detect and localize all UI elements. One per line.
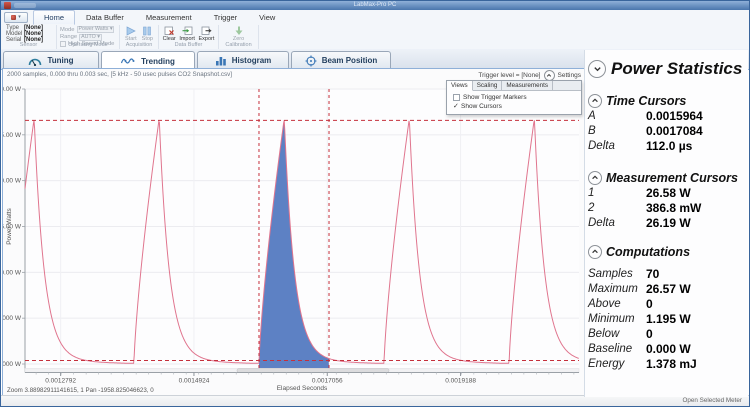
section-title-measurement-cursors: Measurement Cursors xyxy=(606,171,738,185)
stat-row: B0.0017084 xyxy=(588,123,748,138)
histogram-icon xyxy=(215,56,227,66)
application-menu-icon xyxy=(11,15,16,20)
stat-row: Delta26.19 W xyxy=(588,215,748,230)
window-title: LabMax-Pro PC xyxy=(1,2,749,9)
collapse-time-cursors-button[interactable] xyxy=(588,94,602,108)
chevron-up-icon xyxy=(591,97,599,104)
y-tick-label: 25.00 W xyxy=(3,132,22,139)
trend-chart-area[interactable]: 2000 samples, 0.000 thru 0.003 sec, [5 k… xyxy=(3,69,584,397)
crosshair-icon xyxy=(305,55,317,67)
chart-settings-popup: Views Scaling Measurements Show Trigger … xyxy=(446,80,582,115)
title-bar: LabMax-Pro PC xyxy=(1,1,749,10)
popup-tab-scaling[interactable]: Scaling xyxy=(473,81,503,90)
popup-tab-views[interactable]: Views xyxy=(447,81,473,91)
export-icon xyxy=(201,26,212,36)
stat-row: Maximum26.57 W xyxy=(588,281,748,296)
gauge-icon xyxy=(28,56,42,66)
chevron-down-icon: ▾ xyxy=(18,15,21,20)
group-caption-calibration: Calibration xyxy=(219,43,258,49)
tab-histogram[interactable]: Histogram xyxy=(197,51,289,69)
app-window: LabMax-Pro PC ▾ Home Data Buffer Measure… xyxy=(0,0,750,407)
ribbon-group-acquisition: Start Stop Acquisition xyxy=(120,25,159,49)
stat-row: Baseline0.000 W xyxy=(588,341,748,356)
x-tick-label: 0.0019188 xyxy=(445,378,476,385)
range-select[interactable]: AUTO ▾ xyxy=(79,34,102,41)
ribbon-group-data-buffer: Clear Import Export Data Buffer xyxy=(159,25,219,49)
stat-row: 2386.8 mW xyxy=(588,200,748,215)
menu-tab-measurement[interactable]: Measurement xyxy=(135,10,203,25)
section-title-time-cursors: Time Cursors xyxy=(606,94,686,108)
group-caption-operating-mode: Operating Mode xyxy=(57,43,119,49)
show-trigger-markers-option[interactable]: Show Trigger Markers xyxy=(453,93,577,102)
clear-button[interactable]: Clear xyxy=(163,26,176,42)
import-button[interactable]: Import xyxy=(179,26,195,42)
stat-row: Below0 xyxy=(588,326,748,341)
ribbon-group-sensor: Type[None] Model[None] Serial[None] Sens… xyxy=(1,25,57,49)
section-title-computations: Computations xyxy=(606,245,690,259)
clear-icon xyxy=(164,26,175,36)
ribbon-group-calibration: Zero Calibration xyxy=(219,25,259,49)
pause-icon xyxy=(142,26,152,36)
tab-beam-position[interactable]: Beam Position xyxy=(291,51,391,69)
start-button[interactable]: Start xyxy=(125,26,137,42)
y-tick-label: 0.000 W xyxy=(3,361,22,368)
collapse-panel-button[interactable] xyxy=(588,60,606,78)
stat-row: A0.0015964 xyxy=(588,108,748,123)
y-tick-label: 30.00 W xyxy=(3,86,22,93)
stat-row: Energy1.378 mJ xyxy=(588,356,748,371)
waveform-icon xyxy=(121,56,136,66)
import-icon xyxy=(182,26,193,36)
checkmark-icon: ✓ xyxy=(453,103,458,110)
mode-select[interactable]: Power Watts ▾ xyxy=(77,26,115,33)
play-icon xyxy=(125,26,136,36)
menu-tab-trigger[interactable]: Trigger xyxy=(203,10,248,25)
ribbon-menu-bar: ▾ Home Data Buffer Measurement Trigger V… xyxy=(1,10,749,25)
y-axis-label: Power Watts xyxy=(6,207,13,244)
zero-button[interactable]: Zero xyxy=(233,26,244,42)
trend-plot[interactable]: 30.00 W25.00 W20.00 W15.00 W10.00 W5.000… xyxy=(3,69,584,397)
popup-tab-measurements[interactable]: Measurements xyxy=(502,81,553,90)
y-tick-label: 10.00 W xyxy=(3,269,22,276)
collapse-computations-button[interactable] xyxy=(588,245,602,259)
buffer-summary-text: 2000 samples, 0.000 thru 0.003 sec, [5 k… xyxy=(7,71,232,78)
group-caption-sensor: Sensor xyxy=(1,43,56,49)
settings-link[interactable]: Settings xyxy=(558,72,582,79)
menu-tab-data-buffer[interactable]: Data Buffer xyxy=(75,10,135,25)
y-tick-label: 5.000 W xyxy=(3,315,22,322)
x-axis-label: Elapsed Seconds xyxy=(277,385,328,392)
panel-title: Power Statistics xyxy=(611,59,742,79)
stop-button[interactable]: Stop xyxy=(142,26,153,42)
export-button[interactable]: Export xyxy=(198,26,214,42)
application-menu-button[interactable]: ▾ xyxy=(4,12,28,23)
stat-row: Samples70 xyxy=(588,266,748,281)
checkbox-unchecked-icon xyxy=(453,94,460,101)
x-tick-label: 0.0012792 xyxy=(45,378,76,385)
stat-row: 126.58 W xyxy=(588,185,748,200)
ribbon-group-operating-mode: Mode Power Watts ▾ Range AUTO ▾ High Spe… xyxy=(57,25,120,49)
power-statistics-panel: Power Statistics Time Cursors A0.0015964… xyxy=(584,50,748,397)
zero-down-arrow-icon xyxy=(234,26,244,36)
show-cursors-option[interactable]: ✓ Show Cursors xyxy=(453,102,577,111)
zoom-pan-status: Zoom 3.88982911141615, 1 Pan -1958.82504… xyxy=(7,387,154,394)
stat-row: Minimum1.195 W xyxy=(588,311,748,326)
trigger-level-label: Trigger level = [None] xyxy=(478,72,540,79)
collapse-measurement-cursors-button[interactable] xyxy=(588,171,602,185)
chevron-up-icon xyxy=(591,174,599,181)
group-caption-data-buffer: Data Buffer xyxy=(159,43,218,49)
menu-tab-home[interactable]: Home xyxy=(33,10,75,25)
ribbon: Type[None] Model[None] Serial[None] Sens… xyxy=(1,25,749,50)
chevron-down-icon xyxy=(593,65,602,73)
stat-row: Delta112.0 µs xyxy=(588,138,748,153)
group-caption-acquisition: Acquisition xyxy=(120,43,158,49)
stat-row: Above0 xyxy=(588,296,748,311)
chart-scrollbar-thumb[interactable] xyxy=(237,369,389,373)
chevron-up-icon xyxy=(591,248,599,255)
chevron-up-icon xyxy=(546,73,552,78)
y-tick-label: 20.00 W xyxy=(3,178,22,185)
menu-tab-view[interactable]: View xyxy=(248,10,286,25)
status-text: Open Selected Meter xyxy=(682,397,742,404)
x-tick-label: 0.0014924 xyxy=(179,378,210,385)
x-tick-label: 0.0017056 xyxy=(312,378,343,385)
tab-tuning[interactable]: Tuning xyxy=(3,51,99,69)
